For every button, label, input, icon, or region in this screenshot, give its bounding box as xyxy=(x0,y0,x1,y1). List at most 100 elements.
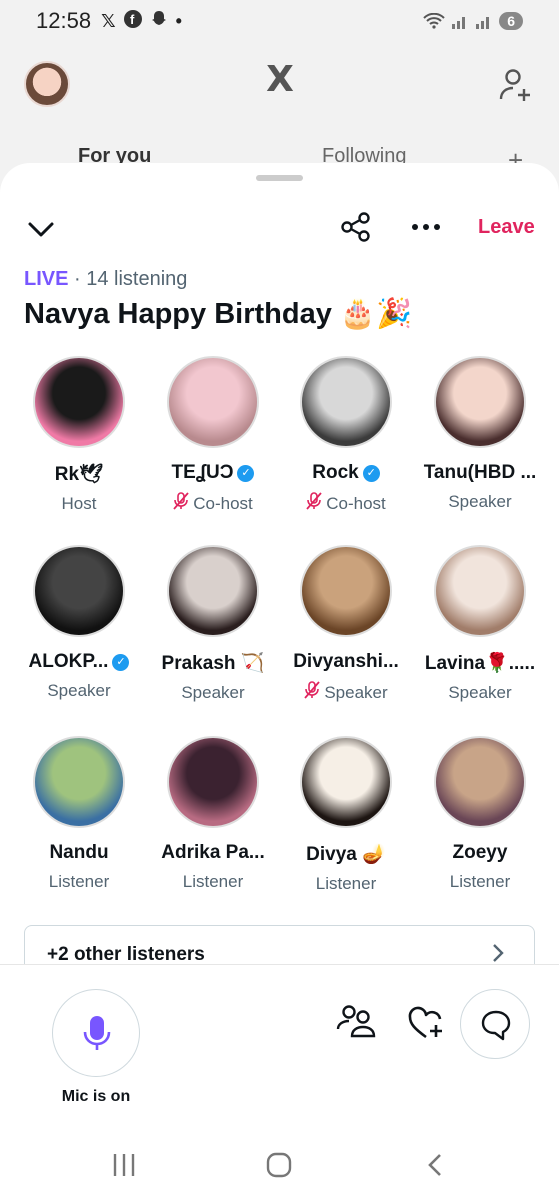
participant-card[interactable]: ALOKP... ✓ Speaker xyxy=(12,545,146,701)
participant-role: Co-host xyxy=(146,492,280,515)
chevron-right-icon xyxy=(493,944,504,962)
chevron-down-icon[interactable] xyxy=(26,215,56,243)
participant-name: Rock ✓ xyxy=(279,462,413,484)
verified-badge-icon: ✓ xyxy=(112,653,130,671)
participant-card[interactable]: Rock ✓ Co-host xyxy=(279,356,413,515)
leave-button[interactable]: Leave xyxy=(478,216,535,239)
participant-name: TEʆUƆ ✓ xyxy=(146,462,280,484)
status-time: 12:58 xyxy=(36,8,92,33)
participant-card[interactable]: Lavina🌹..... Speaker xyxy=(413,545,547,703)
participant-avatar xyxy=(167,736,259,828)
verified-badge-icon: ✓ xyxy=(237,464,255,482)
space-sheet: Leave LIVE · 14 listening Navya Happy Bi… xyxy=(0,163,559,1200)
participant-name: Tanu(HBD ... xyxy=(413,462,547,484)
participant-avatar xyxy=(434,545,526,637)
mic-status-label: Mic is on xyxy=(61,1088,131,1105)
signal-icon-2 xyxy=(476,17,490,29)
participant-role: Speaker xyxy=(279,681,413,704)
participant-name-text: Adrika Pa... xyxy=(161,842,265,863)
heart-add-icon[interactable] xyxy=(405,1003,447,1045)
recents-icon[interactable] xyxy=(112,1152,136,1178)
notification-icons: 𝕏 f • xyxy=(101,9,182,33)
participant-role: Listener xyxy=(146,872,280,892)
profile-avatar[interactable] xyxy=(24,61,70,107)
signal-icon xyxy=(452,17,466,29)
x-icon: 𝕏 xyxy=(101,10,116,31)
participant-name-text: Rk🕊 xyxy=(54,464,104,485)
participant-role: Listener xyxy=(12,872,146,892)
participant-name: Divya 🪔 xyxy=(279,842,413,866)
system-nav-bar xyxy=(0,1130,559,1200)
space-controls: Mic is on xyxy=(0,964,559,1136)
participant-role: Speaker xyxy=(413,683,547,703)
participant-name-text: Rock xyxy=(312,462,359,483)
space-title: Navya Happy Birthday 🎂🎉 xyxy=(24,298,413,330)
participant-name: Divyanshi... xyxy=(279,651,413,673)
participant-avatar xyxy=(33,356,125,448)
participant-role: Co-host xyxy=(279,492,413,515)
dot-indicator: • xyxy=(175,10,182,31)
mic-muted-icon xyxy=(173,492,189,515)
participant-name-text: Divyanshi... xyxy=(293,651,399,672)
participant-role: Listener xyxy=(279,874,413,894)
participant-name: Adrika Pa... xyxy=(146,842,280,864)
app-header: X xyxy=(0,55,559,115)
back-icon[interactable] xyxy=(425,1152,445,1178)
participant-name-text: ALOKP... xyxy=(28,651,109,672)
svg-text:f: f xyxy=(130,12,135,27)
more-options-icon[interactable] xyxy=(410,215,442,239)
participant-role: Speaker xyxy=(413,492,547,512)
other-listeners-label: +2 other listeners xyxy=(47,944,205,965)
mic-button[interactable] xyxy=(52,989,140,1077)
status-bar: 12:58 𝕏 f • 6 xyxy=(0,0,559,42)
chat-button[interactable] xyxy=(460,989,530,1059)
participant-role-text: Listener xyxy=(449,872,511,891)
chat-bubble-icon xyxy=(481,1010,511,1041)
live-status: LIVE · 14 listening xyxy=(24,268,187,291)
participant-role-text: Co-host xyxy=(326,493,386,513)
add-user-icon[interactable] xyxy=(498,67,534,103)
participant-name: Rk🕊 xyxy=(12,462,146,486)
verified-badge-icon: ✓ xyxy=(362,464,380,482)
mic-icon xyxy=(83,1016,111,1050)
participant-card[interactable]: Divya 🪔 Listener xyxy=(279,736,413,894)
live-badge: LIVE xyxy=(24,268,69,290)
participant-role: Host xyxy=(12,494,146,514)
participant-avatar xyxy=(167,356,259,448)
participant-card[interactable]: Nandu Listener xyxy=(12,736,146,892)
participant-card[interactable]: Tanu(HBD ... Speaker xyxy=(413,356,547,512)
participant-role: Listener xyxy=(413,872,547,892)
participant-card[interactable]: Divyanshi... Speaker xyxy=(279,545,413,704)
participant-name: Prakash 🏹 xyxy=(146,651,280,675)
people-icon[interactable] xyxy=(335,1001,377,1043)
participant-card[interactable]: Rk🕊 Host xyxy=(12,356,146,514)
participant-card[interactable]: Adrika Pa... Listener xyxy=(146,736,280,892)
system-indicators: 6 xyxy=(423,12,523,30)
participant-name-text: TEʆUƆ xyxy=(171,462,234,483)
participant-role-text: Speaker xyxy=(448,683,512,702)
participant-name: Lavina🌹..... xyxy=(413,651,547,675)
participant-role-text: Listener xyxy=(182,872,244,891)
participant-avatar xyxy=(434,356,526,448)
participant-name-text: Lavina🌹..... xyxy=(424,653,536,674)
mic-muted-icon xyxy=(304,681,321,704)
participant-card[interactable]: Zoeyy Listener xyxy=(413,736,547,892)
participant-avatar xyxy=(33,736,125,828)
snapchat-icon xyxy=(150,10,168,33)
participant-name: Zoeyy xyxy=(413,842,547,864)
home-icon[interactable] xyxy=(266,1152,292,1178)
participant-avatar xyxy=(434,736,526,828)
participant-role: Speaker xyxy=(146,683,280,703)
participant-card[interactable]: TEʆUƆ ✓ Co-host xyxy=(146,356,280,515)
participant-role: Speaker xyxy=(12,681,146,701)
participant-card[interactable]: Prakash 🏹 Speaker xyxy=(146,545,280,703)
participant-role-text: Speaker xyxy=(448,492,512,511)
participant-role-text: Listener xyxy=(48,872,110,891)
participant-avatar xyxy=(167,545,259,637)
participant-name-text: Prakash 🏹 xyxy=(161,653,265,674)
participant-name-text: Tanu(HBD ... xyxy=(423,462,537,483)
share-icon[interactable] xyxy=(340,211,372,243)
sheet-grabber[interactable] xyxy=(256,175,303,181)
mic-muted-icon xyxy=(306,492,322,515)
battery-indicator: 6 xyxy=(499,12,523,30)
